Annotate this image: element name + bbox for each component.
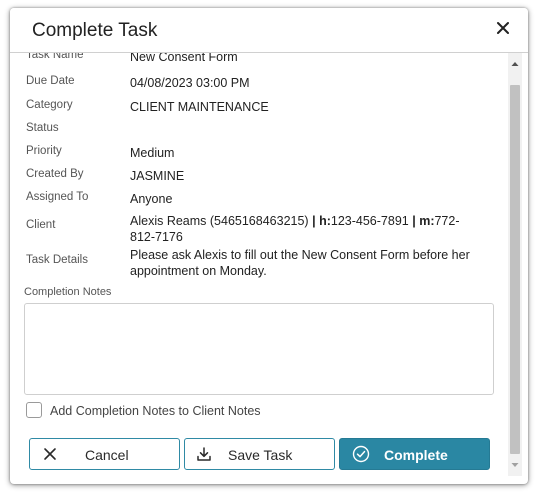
- detail-value: 04/08/2023 03:00 PM: [130, 76, 250, 90]
- save-task-button-label: Save Task: [228, 447, 293, 463]
- complete-task-dialog: Complete Task Task Name New Consent Form…: [10, 8, 528, 484]
- detail-label: Status: [26, 122, 59, 134]
- dialog-body: Task Name New Consent Form Due Date 04/0…: [10, 53, 508, 484]
- completion-notes-label: Completion Notes: [24, 286, 112, 298]
- cancel-button-label: Cancel: [85, 447, 129, 463]
- dialog-title: Complete Task: [32, 20, 158, 41]
- cancel-button[interactable]: Cancel: [29, 438, 180, 470]
- detail-label: Priority: [26, 145, 62, 157]
- add-to-client-notes-checkbox[interactable]: [26, 402, 42, 418]
- detail-label: Task Details: [26, 254, 88, 266]
- vertical-scrollbar[interactable]: [508, 53, 522, 476]
- separator: |: [412, 214, 416, 228]
- scroll-up-arrow-icon[interactable]: [508, 57, 522, 71]
- detail-value: CLIENT MAINTENANCE: [130, 100, 269, 114]
- scroll-down-arrow-icon[interactable]: [508, 458, 522, 472]
- client-value: Alexis Reams (5465168463215) | h:123-456…: [130, 213, 480, 245]
- home-phone: 123-456-7891: [330, 214, 409, 228]
- complete-button[interactable]: Complete: [339, 438, 490, 470]
- detail-label: Client: [26, 219, 56, 231]
- complete-button-label: Complete: [384, 447, 448, 463]
- separator: |: [312, 214, 316, 228]
- detail-value: New Consent Form: [130, 53, 238, 64]
- mobile-phone-prefix: m:: [419, 214, 435, 228]
- detail-value: Medium: [130, 146, 175, 160]
- detail-label: Created By: [26, 168, 84, 180]
- save-task-button[interactable]: Save Task: [184, 438, 335, 470]
- detail-label: Task Name: [26, 53, 84, 61]
- check-circle-icon: [352, 445, 370, 463]
- close-icon[interactable]: [494, 19, 512, 37]
- detail-label: Assigned To: [26, 191, 89, 203]
- download-icon: [197, 447, 211, 461]
- completion-notes-input[interactable]: [24, 303, 494, 395]
- detail-value: Anyone: [130, 192, 173, 206]
- add-to-client-notes-label[interactable]: Add Completion Notes to Client Notes: [50, 404, 261, 418]
- client-name: Alexis Reams (5465168463215): [130, 214, 309, 228]
- home-phone-prefix: h:: [319, 214, 331, 228]
- x-icon: [44, 448, 56, 460]
- detail-label: Category: [26, 99, 73, 111]
- detail-value: JASMINE: [130, 169, 185, 183]
- scrollbar-thumb[interactable]: [510, 85, 520, 454]
- dialog-header: Complete Task: [10, 8, 528, 53]
- detail-value: Please ask Alexis to fill out the New Co…: [130, 248, 470, 278]
- detail-label: Due Date: [26, 75, 75, 87]
